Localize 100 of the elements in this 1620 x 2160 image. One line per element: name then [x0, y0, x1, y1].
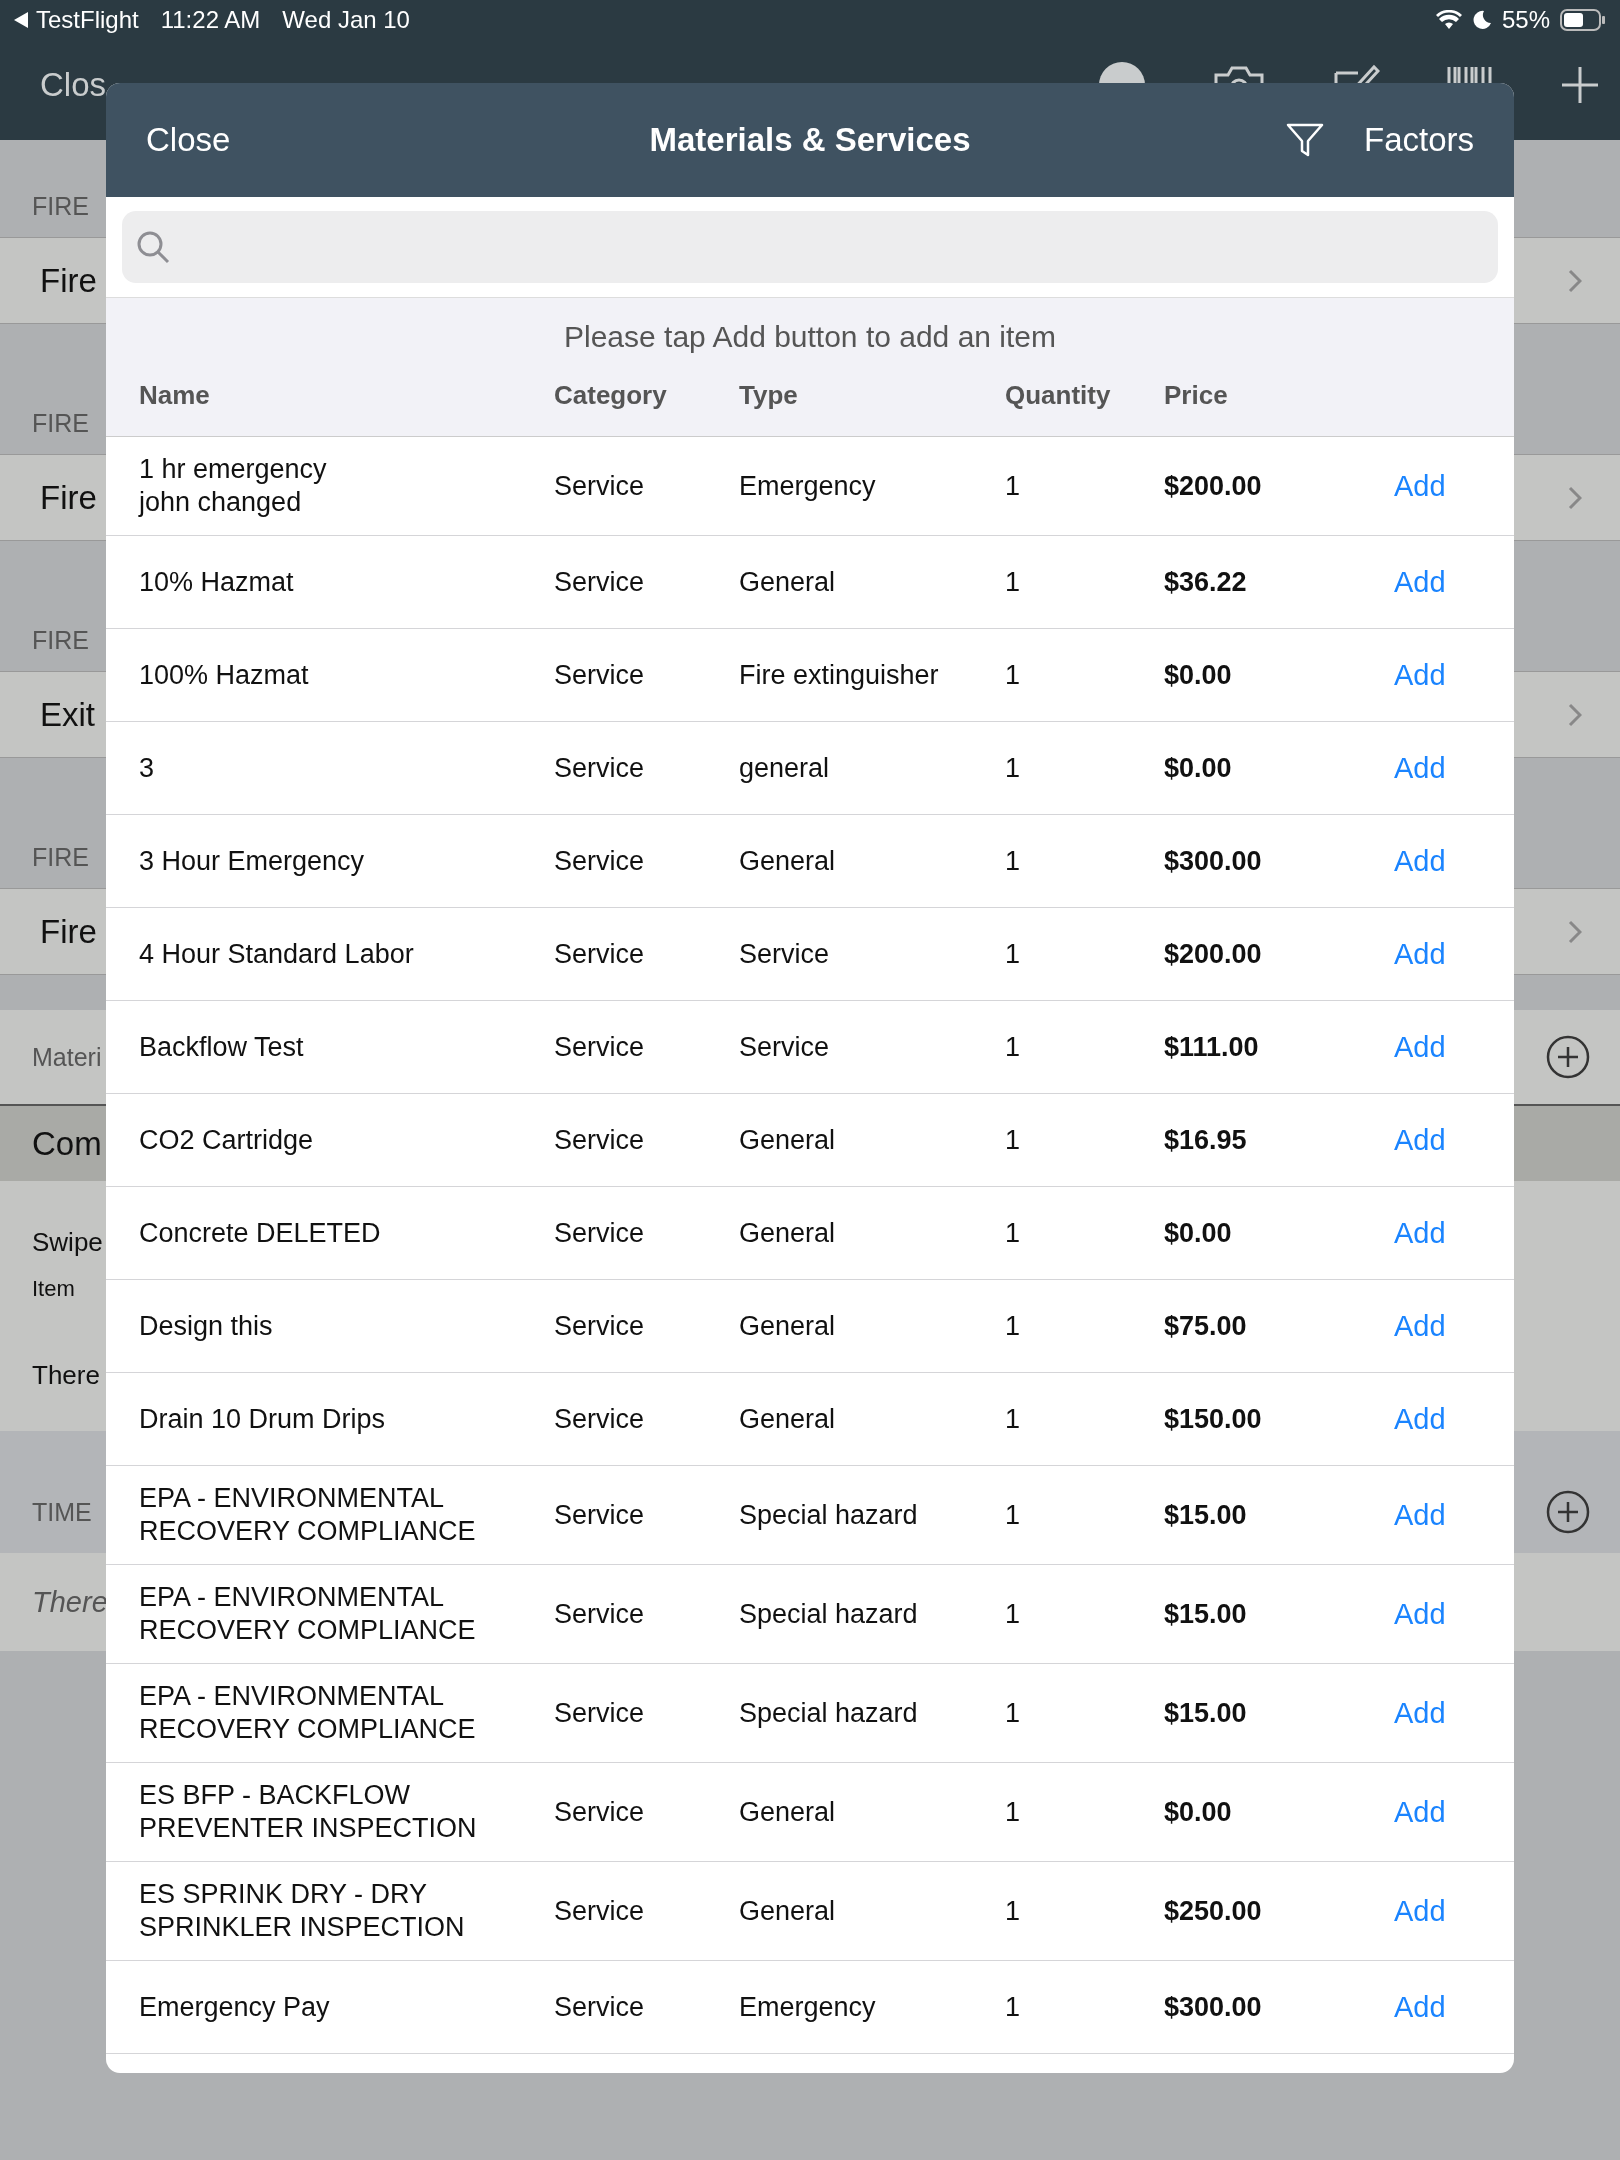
table-cell-text: Emergency — [739, 469, 877, 503]
table-cell-text: General — [739, 1795, 837, 1829]
table-cell-text: Service — [554, 1216, 646, 1250]
column-header: Quantity — [1005, 379, 1112, 411]
table-cell-text: Service — [554, 1123, 646, 1157]
add-link[interactable]: Add — [1394, 1309, 1514, 1343]
table-cell-text: $0.00 — [1164, 751, 1233, 785]
add-link[interactable]: Add — [1394, 1795, 1514, 1829]
table-cell-text: Service — [554, 1498, 646, 1532]
table-cell-text: $200.00 — [1164, 469, 1263, 503]
table-cell-text: 1 — [1005, 1216, 1022, 1250]
table-cell-text: Special hazard — [739, 1696, 919, 1730]
table-cell-text: Fire extinguisher — [739, 658, 940, 692]
table-cell-text: General — [739, 1894, 837, 1928]
add-link[interactable]: Add — [1394, 1030, 1514, 1064]
add-link[interactable]: Add — [1394, 469, 1514, 503]
list-item[interactable]: Fire — [40, 261, 97, 300]
table-cell-text: general — [739, 751, 831, 785]
close-button[interactable]: Close — [146, 121, 231, 159]
list-item[interactable]: Exit — [40, 695, 95, 734]
add-link[interactable]: Add — [1394, 751, 1514, 785]
add-link[interactable]: Add — [1394, 1597, 1514, 1631]
add-link[interactable]: Add — [1394, 658, 1514, 692]
table-cell-text: 4 Hour Standard Labor — [139, 937, 415, 971]
column-header: Type — [739, 379, 799, 411]
chevron-right-icon — [1568, 702, 1582, 727]
plus-icon[interactable] — [1560, 65, 1600, 105]
add-link[interactable]: Add — [1394, 565, 1514, 599]
table-cell-text: ES SPRINK DRY - DRY SPRINKLER INSPECTION — [139, 1878, 466, 1944]
factors-button[interactable]: Factors — [1363, 121, 1474, 159]
table-cell-text: 3 — [139, 751, 156, 785]
section-header: Materi — [32, 1042, 102, 1072]
table-cell-text: $300.00 — [1164, 844, 1263, 878]
table-cell-text: $0.00 — [1164, 1216, 1233, 1250]
search-icon — [136, 230, 170, 264]
back-arrow-icon — [14, 12, 28, 28]
table-cell-text: $15.00 — [1164, 1597, 1248, 1631]
table-cell-text: Emergency Pay — [139, 1990, 331, 2024]
table-cell-text: 1 — [1005, 469, 1022, 503]
section-header: FIRE — [32, 626, 89, 655]
back-app-label[interactable]: TestFlight — [36, 6, 139, 34]
add-link[interactable]: Add — [1394, 937, 1514, 971]
list-item[interactable]: Fire — [40, 478, 97, 517]
empty-message: There — [32, 1585, 108, 1619]
modal-title: Materials & Services — [649, 121, 971, 159]
chevron-right-icon — [1568, 919, 1582, 944]
search-field[interactable] — [122, 211, 1498, 283]
table-cell-text: 1 — [1005, 751, 1022, 785]
table-cell-text: Special hazard — [739, 1498, 919, 1532]
table-cell-text: $300.00 — [1164, 1990, 1263, 2024]
table-cell-text: Backflow Test — [139, 1030, 305, 1064]
note-text: There — [32, 1360, 100, 1391]
table-cell-text: Service — [554, 1030, 646, 1064]
add-link[interactable]: Add — [1394, 1894, 1514, 1928]
table-cell-text: General — [739, 1123, 837, 1157]
add-link[interactable]: Add — [1394, 1216, 1514, 1250]
table-cell-text: 100% Hazmat — [139, 658, 310, 692]
add-link[interactable]: Add — [1394, 1696, 1514, 1730]
table-cell-text: 1 — [1005, 658, 1022, 692]
list-item[interactable]: Com — [32, 1124, 102, 1163]
table-cell-text: 1 hr emergency john changed — [139, 453, 328, 519]
table-cell-text: 1 — [1005, 1894, 1022, 1928]
table-cell-text: $0.00 — [1164, 658, 1233, 692]
close-button[interactable]: Clos — [40, 66, 107, 104]
table-cell-text: 1 — [1005, 844, 1022, 878]
table-cell-text: 1 — [1005, 1123, 1022, 1157]
date-label: Wed Jan 10 — [282, 6, 410, 34]
table-cell-text: Service — [554, 844, 646, 878]
table-cell-text: Service — [554, 469, 646, 503]
table-cell-text: 1 — [1005, 1696, 1022, 1730]
add-link[interactable]: Add — [1394, 1990, 1514, 2024]
table-cell-text: $36.22 — [1164, 565, 1248, 599]
battery-percent: 55% — [1501, 6, 1550, 34]
table-cell-text: $15.00 — [1164, 1498, 1248, 1532]
column-header: Category — [554, 379, 668, 411]
add-link[interactable]: Add — [1394, 1498, 1514, 1532]
add-link[interactable]: Add — [1394, 1123, 1514, 1157]
table-cell-text: General — [739, 565, 837, 599]
table-cell-text: $200.00 — [1164, 937, 1263, 971]
section-header: FIRE — [32, 192, 89, 221]
table-cell-text: Service — [554, 751, 646, 785]
table-cell-text: Service — [739, 937, 831, 971]
table-cell-text: ES BFP - BACKFLOW PREVENTER INSPECTION — [139, 1779, 478, 1845]
add-circle-icon[interactable] — [1546, 1490, 1590, 1534]
table-cell-text: Concrete DELETED — [139, 1216, 382, 1250]
note-text: Swipe — [32, 1227, 103, 1258]
table-cell-text: 1 — [1005, 565, 1022, 599]
add-circle-icon[interactable] — [1546, 1035, 1590, 1079]
table-cell-text: Special hazard — [739, 1597, 919, 1631]
table-cell-text: Service — [554, 1402, 646, 1436]
table-cell-text: Service — [554, 1894, 646, 1928]
list-item[interactable]: Fire — [40, 912, 97, 951]
add-link[interactable]: Add — [1394, 1402, 1514, 1436]
chevron-right-icon — [1568, 485, 1582, 510]
table-cell-text: 1 — [1005, 1030, 1022, 1064]
filter-icon[interactable] — [1285, 122, 1324, 158]
table-cell-text: General — [739, 1402, 837, 1436]
add-link[interactable]: Add — [1394, 844, 1514, 878]
chevron-right-icon — [1568, 268, 1582, 293]
table-cell-text: Service — [554, 937, 646, 971]
